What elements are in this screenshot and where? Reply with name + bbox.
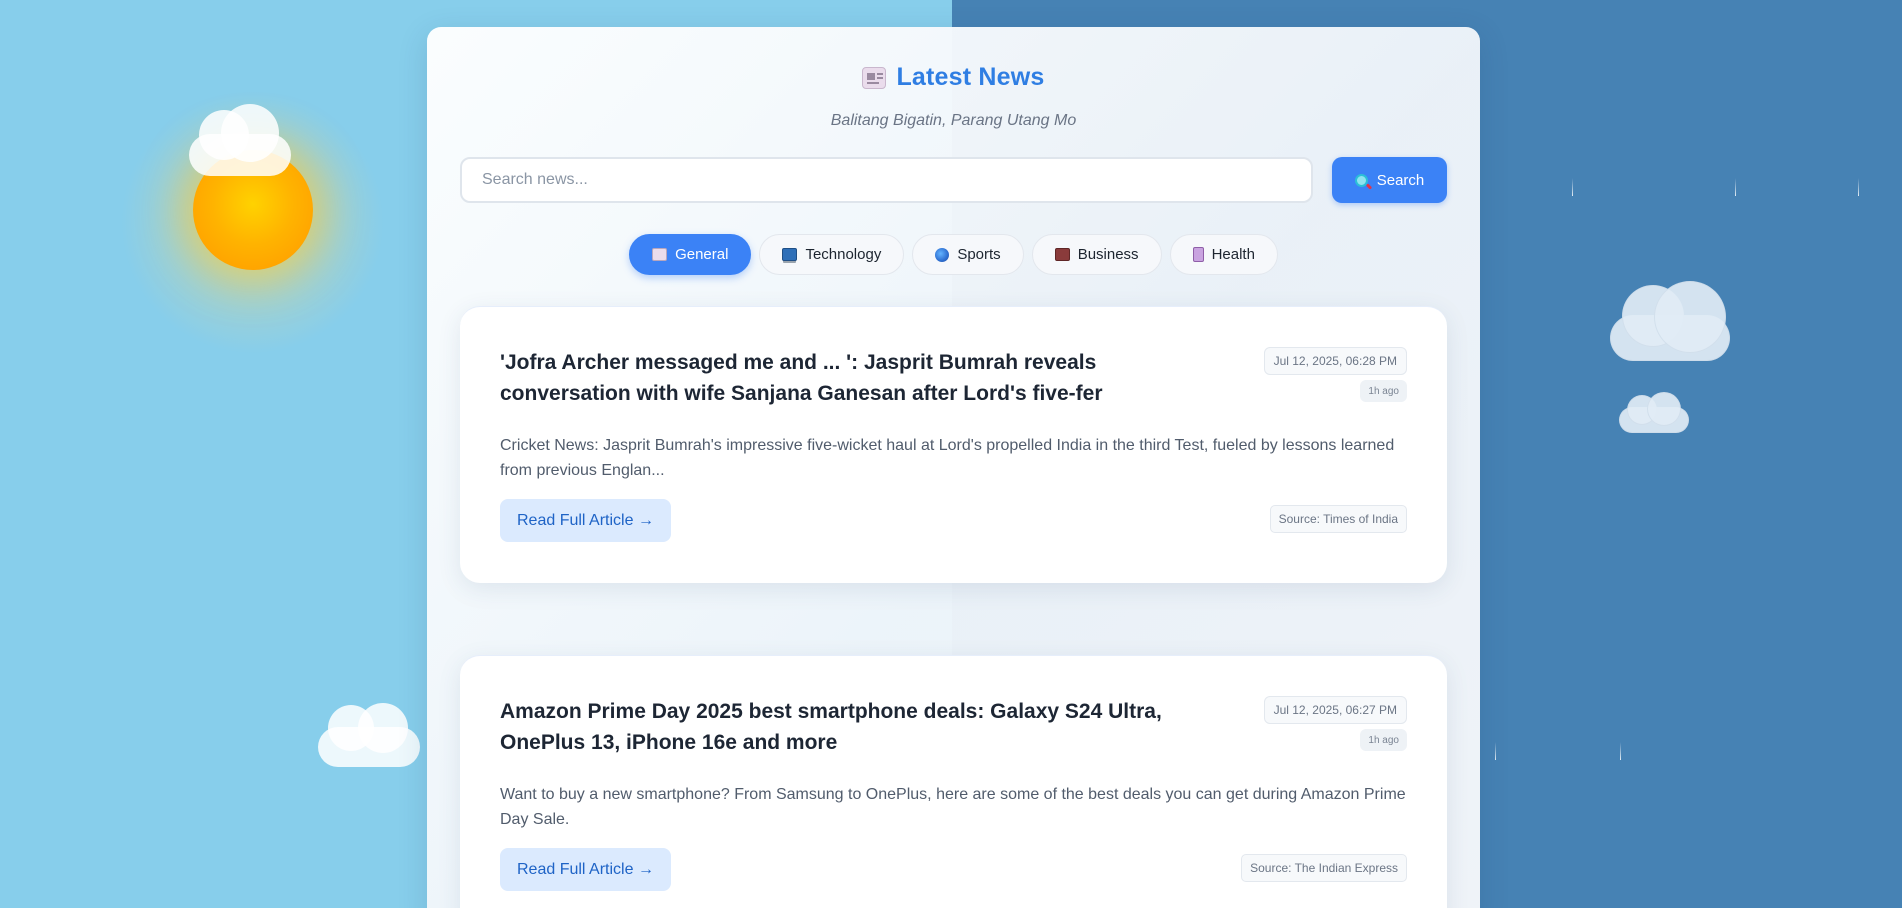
article-date: Jul 12, 2025, 06:28 PM bbox=[1263, 347, 1407, 375]
raindrop bbox=[1858, 178, 1859, 196]
news-card: Amazon Prime Day 2025 best smartphone de… bbox=[460, 655, 1447, 908]
search-button-label: Search bbox=[1376, 171, 1425, 189]
tab-label: Technology bbox=[805, 246, 882, 263]
title-row: Latest News bbox=[862, 63, 1044, 92]
tab-health[interactable]: Health bbox=[1169, 234, 1278, 275]
raindrop bbox=[1735, 178, 1736, 196]
page-subtitle: Balitang Bigatin, Parang Utang Mo bbox=[830, 111, 1077, 129]
cloud-icon bbox=[1610, 281, 1730, 363]
briefcase-icon bbox=[1054, 248, 1070, 261]
cloud-icon bbox=[1619, 391, 1689, 433]
search-input[interactable] bbox=[460, 157, 1313, 203]
article-description: Want to buy a new smartphone? From Samsu… bbox=[500, 786, 1406, 828]
category-tabs: General Technology Sports Business Healt… bbox=[427, 234, 1480, 275]
search-button[interactable]: Search bbox=[1332, 157, 1447, 203]
cloud-icon bbox=[189, 104, 291, 176]
article-title: Amazon Prime Day 2025 best smartphone de… bbox=[500, 700, 1162, 754]
cloud-icon bbox=[318, 703, 420, 767]
header: Latest News Balitang Bigatin, Parang Uta… bbox=[427, 27, 1480, 130]
newspaper-icon bbox=[862, 66, 887, 89]
tab-technology[interactable]: Technology bbox=[759, 234, 905, 275]
tab-label: General bbox=[675, 246, 729, 263]
tab-sports[interactable]: Sports bbox=[912, 234, 1024, 275]
article-date: Jul 12, 2025, 06:27 PM bbox=[1263, 696, 1407, 724]
page-title: Latest News bbox=[896, 63, 1045, 91]
magnifier-icon bbox=[1354, 173, 1368, 187]
raindrop bbox=[1495, 742, 1496, 760]
raindrop bbox=[1572, 178, 1573, 196]
news-panel: Latest News Balitang Bigatin, Parang Uta… bbox=[427, 27, 1480, 908]
laptop-icon bbox=[782, 248, 798, 261]
raindrop bbox=[1620, 742, 1621, 760]
book-icon bbox=[1192, 247, 1204, 262]
globe-icon bbox=[935, 247, 950, 262]
article-description: Cricket News: Jasprit Bumrah's impressiv… bbox=[500, 437, 1395, 479]
news-card: 'Jofra Archer messaged me and ... ': Jas… bbox=[460, 306, 1447, 583]
tab-label: Sports bbox=[957, 246, 1001, 263]
tab-general[interactable]: General bbox=[629, 234, 752, 275]
read-article-button[interactable]: Read Full Article → bbox=[500, 499, 671, 542]
article-age-badge: 1h ago bbox=[1360, 729, 1407, 751]
tab-business[interactable]: Business bbox=[1031, 234, 1162, 275]
read-article-button[interactable]: Read Full Article → bbox=[500, 848, 671, 891]
search-bar: Search bbox=[460, 157, 1447, 203]
article-age-badge: 1h ago bbox=[1360, 380, 1407, 402]
tab-label: Health bbox=[1211, 246, 1255, 263]
article-title: 'Jofra Archer messaged me and ... ': Jas… bbox=[500, 351, 1103, 405]
newspaper-icon bbox=[652, 248, 668, 261]
tab-label: Business bbox=[1077, 246, 1139, 263]
article-source: Source: The Indian Express bbox=[1241, 854, 1407, 882]
article-source: Source: Times of India bbox=[1269, 505, 1407, 533]
